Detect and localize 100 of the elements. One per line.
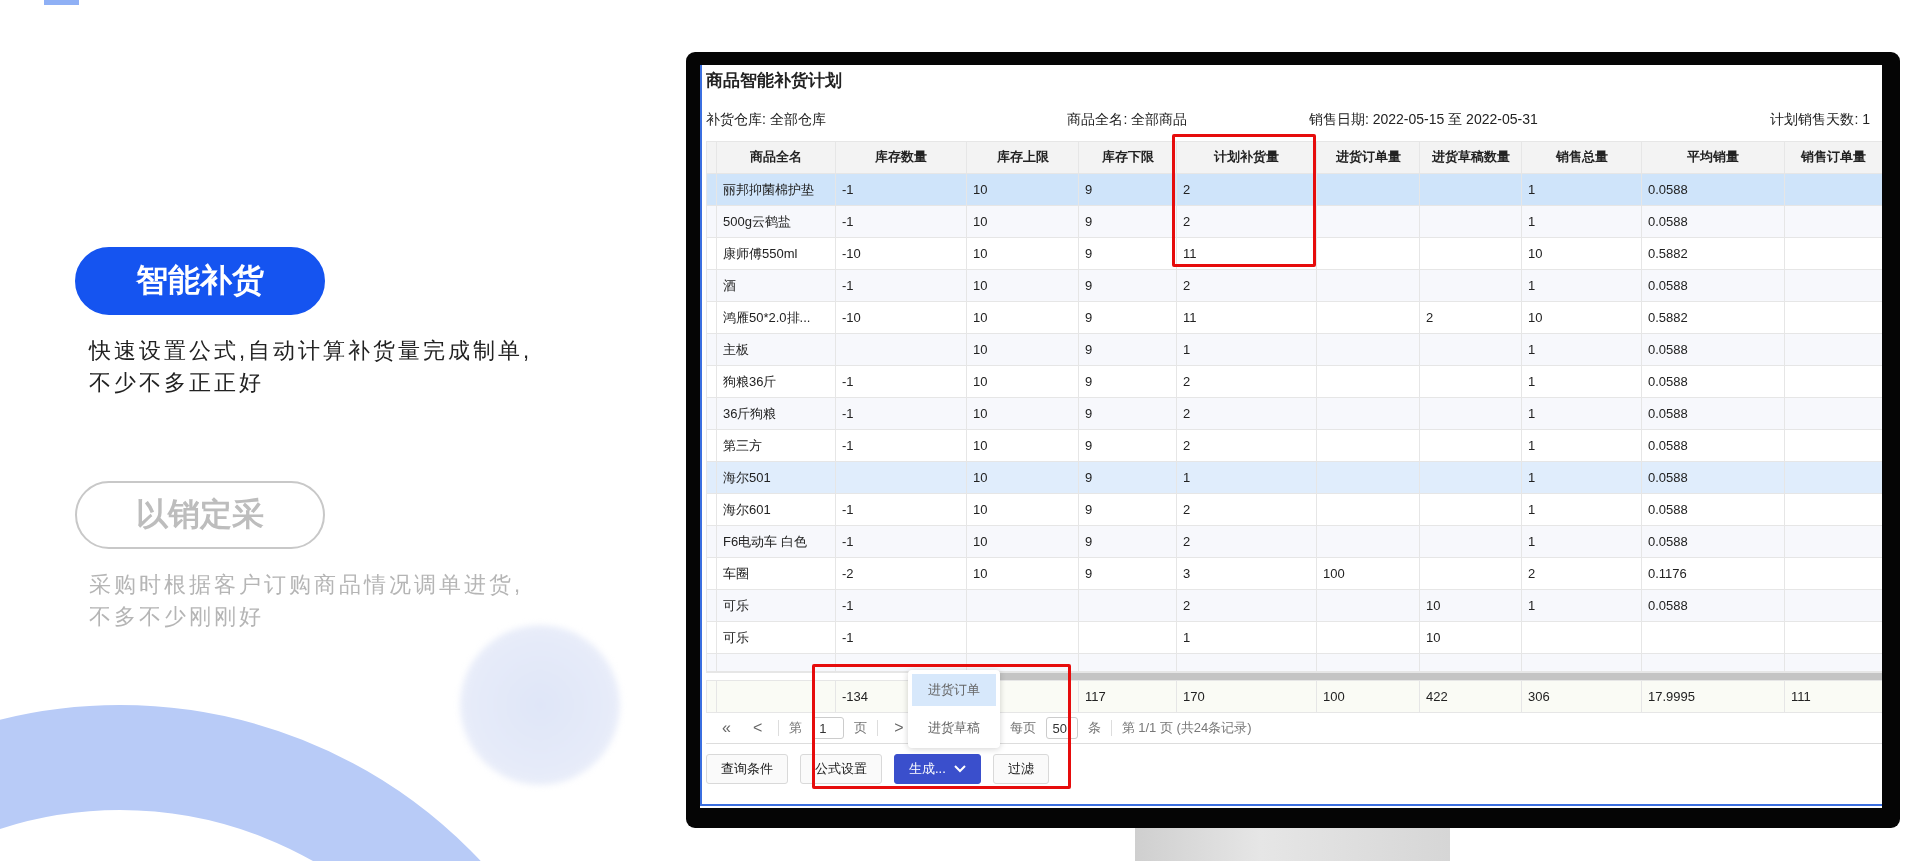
- table-cell: 9: [1078, 461, 1177, 494]
- table-cell: 1: [1521, 269, 1642, 302]
- table-cell: 100: [1316, 557, 1420, 590]
- table-cell: 0.0588: [1641, 397, 1785, 430]
- table-cell: 2: [1521, 557, 1642, 590]
- page-input[interactable]: 1: [812, 717, 845, 739]
- table-row[interactable]: 36斤狗粮 -1 10 9 2 1 0.0588: [706, 397, 1882, 430]
- table-cell: 10: [966, 269, 1079, 302]
- toolbar-button[interactable]: 公式设置: [800, 754, 882, 784]
- table-row[interactable]: 500g云鹤盐 -1 10 9 2 1 0.0588: [706, 205, 1882, 238]
- table-cell: 10: [1419, 589, 1522, 622]
- table-cell: -1: [835, 525, 967, 558]
- table-cell: 0.0588: [1641, 429, 1785, 462]
- table-cell: 2: [1176, 397, 1317, 430]
- table-cell: 1: [1521, 589, 1642, 622]
- column-header[interactable]: 商品全名: [716, 141, 836, 174]
- previous-page-button[interactable]: <: [746, 719, 769, 737]
- column-header[interactable]: 平均销量: [1641, 141, 1785, 174]
- column-header[interactable]: 销售总量: [1521, 141, 1642, 174]
- table-cell: -1: [835, 493, 967, 526]
- table-cell: 鸿雁50*2.0排...: [716, 301, 836, 334]
- table-row[interactable]: 康师傅550ml -10 10 9 11 10 0.5882: [706, 237, 1882, 270]
- table-row[interactable]: 车圈 -2 10 9 3 100 2 0.1176: [706, 557, 1882, 590]
- table-row[interactable]: 可乐 -1 1 10: [706, 621, 1882, 654]
- table-cell: 0.0588: [1641, 269, 1785, 302]
- total-cell: 117: [1078, 680, 1177, 713]
- table-cell: 9: [1078, 269, 1177, 302]
- table-cell: 0.0588: [1641, 333, 1785, 366]
- table-cell: 9: [1078, 397, 1177, 430]
- table-row[interactable]: 海尔601 -1 10 9 2 1 0.0588: [706, 493, 1882, 526]
- table-cell: 1: [1521, 429, 1642, 462]
- table-cell: 2: [1176, 493, 1317, 526]
- column-header[interactable]: 进货订单量: [1316, 141, 1420, 174]
- feature-tab[interactable]: 智能补货: [75, 247, 325, 315]
- total-cell: 17.9995: [1641, 680, 1785, 713]
- table-cell: 10: [1521, 237, 1642, 270]
- table-cell: 0.0588: [1641, 525, 1785, 558]
- column-header[interactable]: 库存数量: [835, 141, 967, 174]
- table-cell: 海尔501: [716, 461, 836, 494]
- toolbar-button[interactable]: 过滤: [992, 754, 1049, 784]
- table-cell: 0.1176: [1641, 557, 1785, 590]
- table-cell: 2: [1176, 365, 1317, 398]
- table-cell: 丽邦抑菌棉护垫: [716, 173, 836, 206]
- page-summary: 第 1/1 页 (共24条记录): [1121, 719, 1252, 737]
- table-cell: 2: [1419, 301, 1522, 334]
- table-cell: 10: [966, 429, 1079, 462]
- table-row[interactable]: 第三方 -1 10 9 2 1 0.0588: [706, 429, 1882, 462]
- table-cell: 1: [1176, 333, 1317, 366]
- table-cell: 36斤狗粮: [716, 397, 836, 430]
- table-cell: 9: [1078, 237, 1177, 270]
- table-row[interactable]: 主板 10 9 1 1 0.0588: [706, 333, 1882, 366]
- table-cell: 0.0588: [1641, 205, 1785, 238]
- table-cell: 10: [966, 301, 1079, 334]
- menu-item[interactable]: 进货订单: [912, 674, 996, 706]
- filter-label: 计划销售天数: 1: [1770, 111, 1870, 129]
- table-cell: 10: [966, 365, 1079, 398]
- column-header[interactable]: 销售订单量: [1784, 141, 1882, 174]
- pager-label: 页: [854, 719, 868, 737]
- table-cell: -10: [835, 237, 967, 270]
- table-cell: 2: [1176, 269, 1317, 302]
- table-cell: 10: [1419, 621, 1522, 654]
- table-cell: 2: [1176, 173, 1317, 206]
- table-cell: 10: [966, 173, 1079, 206]
- table-cell: -1: [835, 589, 967, 622]
- table-row[interactable]: 狗粮36斤 -1 10 9 2 1 0.0588: [706, 365, 1882, 398]
- table-row[interactable]: 酒 -1 10 9 2 1 0.0588: [706, 269, 1882, 302]
- table-cell: 第三方: [716, 429, 836, 462]
- table-cell: 0.0588: [1641, 589, 1785, 622]
- column-header[interactable]: 库存下限: [1078, 141, 1177, 174]
- table-cell: -1: [835, 429, 967, 462]
- menu-item[interactable]: 进货草稿: [912, 712, 996, 744]
- table-row[interactable]: 可乐 -1 2 10 1 0.0588: [706, 589, 1882, 622]
- table-cell: 2: [1176, 589, 1317, 622]
- table-row[interactable]: 鸿雁50*2.0排... -10 10 9 11 2 10 0.5882: [706, 301, 1882, 334]
- column-header[interactable]: 库存上限: [966, 141, 1079, 174]
- table-cell: 10: [966, 397, 1079, 430]
- column-header[interactable]: 进货草稿数量: [1419, 141, 1522, 174]
- toolbar-button[interactable]: 查询条件: [706, 754, 788, 784]
- column-header[interactable]: 计划补货量: [1176, 141, 1317, 174]
- page-size-input[interactable]: 50: [1045, 717, 1078, 739]
- total-cell: 111: [1784, 680, 1882, 713]
- total-cell: 170: [1176, 680, 1317, 713]
- table-cell: -1: [835, 173, 967, 206]
- table-cell: 500g云鹤盐: [716, 205, 836, 238]
- filter-label: 补货仓库: 全部仓库: [706, 111, 827, 129]
- table-row[interactable]: F6电动车 白色 -1 10 9 2 1 0.0588: [706, 525, 1882, 558]
- table-cell: -1: [835, 205, 967, 238]
- table-cell: 9: [1078, 493, 1177, 526]
- table-row[interactable]: 海尔501 10 9 1 1 0.0588: [706, 461, 1882, 494]
- feature-description: 快速设置公式,自动计算补货量完成制单, 不少不多正正好: [89, 337, 534, 397]
- pager-label: 每页: [1009, 719, 1036, 737]
- corner-accent: [44, 0, 79, 5]
- table-cell: 9: [1078, 173, 1177, 206]
- table-cell: 狗粮36斤: [716, 365, 836, 398]
- first-page-button[interactable]: «: [716, 719, 737, 737]
- table-row[interactable]: 丽邦抑菌棉护垫 -1 10 9 2 1 0.0588: [706, 173, 1882, 206]
- table-cell: 2: [1176, 205, 1317, 238]
- table-cell: 3: [1176, 557, 1317, 590]
- next-page-button[interactable]: >: [888, 719, 910, 737]
- dropdown-button[interactable]: 生成...: [894, 754, 981, 784]
